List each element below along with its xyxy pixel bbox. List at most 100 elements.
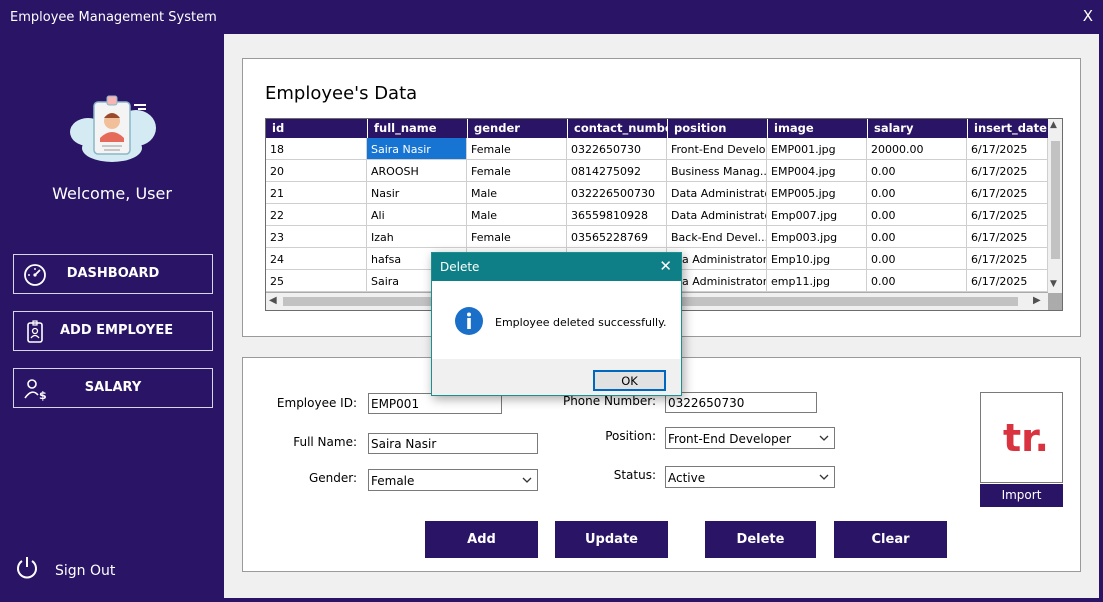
table-row[interactable]: 21 Nasir Male 032226500730 Data Administrato… <box>266 182 1048 204</box>
table-cell[interactable]: Female <box>467 138 567 160</box>
table-cell[interactable]: 25 <box>266 270 367 292</box>
table-cell[interactable]: EMP005.jpg <box>767 182 867 204</box>
add-button[interactable]: Add <box>425 521 538 558</box>
sign-out-label: Sign Out <box>55 563 116 579</box>
clear-button[interactable]: Clear <box>834 521 947 558</box>
table-row[interactable]: 23 Izah Female 03565228769 Back-End Devel...… <box>266 226 1048 248</box>
table-cell[interactable]: Back-End Devel... <box>667 226 767 248</box>
column-header-full-name[interactable]: full_name <box>367 119 467 138</box>
status-select-value: Active <box>668 471 706 485</box>
nav-add-employee-button[interactable]: ADD EMPLOYEE <box>13 311 213 351</box>
table-cell[interactable]: 36559810928 <box>567 204 667 226</box>
table-cell[interactable]: EMP001.jpg <box>767 138 867 160</box>
power-icon <box>17 557 37 579</box>
table-cell[interactable]: AROOSH <box>367 160 467 182</box>
column-header-salary[interactable]: salary <box>867 119 967 138</box>
scroll-right-icon[interactable]: ▶ <box>1033 295 1041 306</box>
scroll-down-icon[interactable]: ▼ <box>1050 279 1057 289</box>
table-cell[interactable]: 6/17/2025 <box>967 160 1048 182</box>
delete-button[interactable]: Delete <box>705 521 816 558</box>
table-cell[interactable]: 6/17/2025 <box>967 204 1048 226</box>
sidebar: Welcome, User DASHBOARD ADD EMPLOYEE $ S… <box>0 34 224 598</box>
table-cell[interactable]: Nasir <box>367 182 467 204</box>
scroll-up-icon[interactable]: ▲ <box>1050 120 1057 130</box>
table-cell[interactable]: 6/17/2025 <box>967 182 1048 204</box>
table-cell[interactable]: Front-End Develo... <box>667 138 767 160</box>
table-row[interactable]: 20 AROOSH Female 0814275092 Business Manag..… <box>266 160 1048 182</box>
table-cell[interactable]: Female <box>467 160 567 182</box>
dialog-footer: OK <box>432 359 681 395</box>
column-header-image[interactable]: image <box>767 119 867 138</box>
table-cell[interactable]: 0.00 <box>867 182 967 204</box>
table-row[interactable]: 22 Ali Male 36559810928 Data Administrator Em… <box>266 204 1048 226</box>
table-cell[interactable]: 0814275092 <box>567 160 667 182</box>
nav-salary-button[interactable]: $ SALARY <box>13 368 213 408</box>
table-cell[interactable]: 18 <box>266 138 367 160</box>
ok-button[interactable]: OK <box>593 370 666 391</box>
table-cell[interactable]: 20 <box>266 160 367 182</box>
table-cell[interactable]: Emp003.jpg <box>767 226 867 248</box>
table-cell[interactable]: 6/17/2025 <box>967 138 1048 160</box>
status-label: Status: <box>613 468 656 482</box>
table-cell[interactable]: 20000.00 <box>867 138 967 160</box>
import-photo-button[interactable]: Import <box>980 484 1063 507</box>
status-select[interactable]: Active <box>665 466 835 488</box>
table-cell[interactable]: Male <box>467 182 567 204</box>
gender-select[interactable]: Female <box>368 469 538 491</box>
table-cell[interactable]: emp11.jpg <box>767 270 867 292</box>
table-cell[interactable]: Data Administrator <box>667 182 767 204</box>
scroll-left-icon[interactable]: ◀ <box>269 295 277 306</box>
vertical-scroll-thumb[interactable] <box>1051 141 1060 259</box>
column-header-gender[interactable]: gender <box>467 119 567 138</box>
dialog-close-button[interactable]: ✕ <box>659 257 672 275</box>
table-cell[interactable]: 0.00 <box>867 160 967 182</box>
table-cell[interactable]: 03565228769 <box>567 226 667 248</box>
nav-dashboard-button[interactable]: DASHBOARD <box>13 254 213 294</box>
table-cell[interactable]: 0.00 <box>867 270 967 292</box>
table-cell[interactable]: 22 <box>266 204 367 226</box>
table-cell[interactable]: 21 <box>266 182 367 204</box>
table-cell[interactable]: 0.00 <box>867 204 967 226</box>
table-cell[interactable]: EMP004.jpg <box>767 160 867 182</box>
table-cell[interactable]: Saira Nasir <box>367 138 467 160</box>
table-cell[interactable]: Emp10.jpg <box>767 248 867 270</box>
table-cell[interactable]: 6/17/2025 <box>967 270 1048 292</box>
table-cell[interactable]: ata Administrator <box>667 248 767 270</box>
grid-header: idfull_namegendercontact_numberpositioni… <box>266 119 1048 138</box>
gender-label: Gender: <box>308 471 357 485</box>
dialog-title: Delete <box>440 260 480 274</box>
title-bar: Employee Management System X <box>0 0 1103 34</box>
table-cell[interactable]: Female <box>467 226 567 248</box>
position-select[interactable]: Front-End Developer <box>665 427 835 449</box>
table-row[interactable]: 18 Saira Nasir Female 0322650730 Front-End D… <box>266 138 1048 160</box>
table-cell[interactable]: Emp007.jpg <box>767 204 867 226</box>
update-button[interactable]: Update <box>555 521 668 558</box>
employee-id-field[interactable]: EMP001 <box>368 393 502 414</box>
column-header-position[interactable]: position <box>667 119 767 138</box>
table-cell[interactable]: Male <box>467 204 567 226</box>
table-cell[interactable]: 0322650730 <box>567 138 667 160</box>
phone-number-field[interactable]: 0322650730 <box>665 392 817 413</box>
table-cell[interactable]: 0.00 <box>867 226 967 248</box>
sign-out-button[interactable]: Sign Out <box>14 554 124 584</box>
table-cell[interactable]: ata Administrator <box>667 270 767 292</box>
chevron-down-icon <box>819 474 829 480</box>
vertical-scrollbar[interactable]: ▲ ▼ <box>1048 119 1062 293</box>
phone-number-label: Phone Number: <box>562 394 656 408</box>
table-cell[interactable]: 032226500730 <box>567 182 667 204</box>
table-cell[interactable]: 6/17/2025 <box>967 226 1048 248</box>
table-cell[interactable]: Izah <box>367 226 467 248</box>
info-icon <box>455 307 483 335</box>
table-cell[interactable]: 6/17/2025 <box>967 248 1048 270</box>
column-header-id[interactable]: id <box>266 119 367 138</box>
table-cell[interactable]: 0.00 <box>867 248 967 270</box>
table-cell[interactable]: Data Administrator <box>667 204 767 226</box>
column-header-contact-number[interactable]: contact_number <box>567 119 667 138</box>
column-header-insert-date[interactable]: insert_date <box>967 119 1048 138</box>
table-cell[interactable]: 23 <box>266 226 367 248</box>
table-cell[interactable]: Business Manag... <box>667 160 767 182</box>
window-close-button[interactable]: X <box>1083 7 1093 25</box>
full-name-field[interactable]: Saira Nasir <box>368 433 538 454</box>
table-cell[interactable]: 24 <box>266 248 367 270</box>
table-cell[interactable]: Ali <box>367 204 467 226</box>
